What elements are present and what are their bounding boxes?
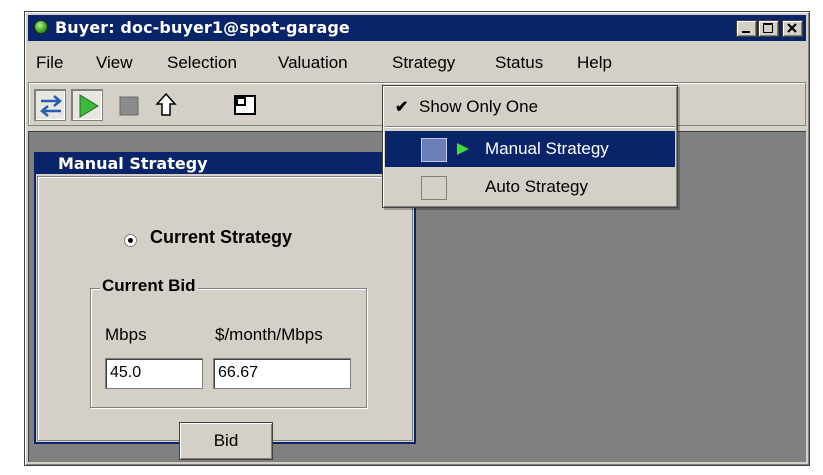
- swap-button[interactable]: [34, 89, 66, 121]
- current-strategy-label: Current Strategy: [150, 227, 293, 247]
- current-bid-group: [90, 288, 367, 408]
- up-button[interactable]: [150, 89, 182, 121]
- window-icon: [234, 95, 256, 115]
- strategy-swatch: [421, 176, 447, 200]
- stop-icon: [119, 96, 139, 116]
- price-field[interactable]: 66.67: [213, 358, 351, 389]
- minimize-icon: [742, 31, 750, 33]
- maximize-icon: [763, 23, 773, 33]
- strategy-menu-dropdown: ✔ Show Only One Manual Strategy Auto Str…: [382, 85, 678, 208]
- stop-button[interactable]: [113, 89, 145, 121]
- mbps-field[interactable]: 45.0: [105, 358, 203, 389]
- title-bar[interactable]: Buyer: doc-buyer1@spot-garage: [28, 15, 806, 41]
- close-button[interactable]: [782, 20, 803, 37]
- checkmark-icon: ✔: [395, 99, 409, 116]
- frame-content: Current Strategy Current Bid Mbps $/mont…: [37, 176, 413, 460]
- up-arrow-icon: [155, 92, 177, 116]
- menu-help[interactable]: Help: [577, 53, 612, 73]
- show-only-one-label: Show Only One: [419, 97, 539, 116]
- current-strategy-radio[interactable]: [124, 234, 137, 247]
- app-icon: [34, 20, 48, 34]
- play-icon: [79, 94, 99, 118]
- frame-title: Manual Strategy: [58, 154, 208, 173]
- menu-item-auto-strategy[interactable]: Auto Strategy: [385, 169, 675, 205]
- auto-strategy-label: Auto Strategy: [485, 177, 589, 196]
- strategy-swatch: [421, 138, 447, 162]
- menu-item-show-only-one[interactable]: ✔ Show Only One: [385, 89, 675, 125]
- manual-strategy-frame: Manual Strategy Current Strategy Current…: [34, 152, 416, 460]
- menu-status[interactable]: Status: [495, 53, 543, 73]
- menu-selection[interactable]: Selection: [167, 53, 237, 73]
- menu-file[interactable]: File: [36, 53, 63, 73]
- window-button[interactable]: [229, 89, 261, 121]
- close-icon: [787, 23, 797, 33]
- menu-separator: [385, 126, 675, 128]
- play-button[interactable]: [71, 89, 103, 121]
- menu-item-manual-strategy[interactable]: Manual Strategy: [385, 131, 675, 167]
- maximize-button[interactable]: [758, 20, 779, 37]
- frame-title-bar[interactable]: Manual Strategy: [36, 154, 414, 174]
- menu-strategy[interactable]: Strategy: [392, 53, 455, 73]
- window-title: Buyer: doc-buyer1@spot-garage: [55, 18, 350, 37]
- bid-button[interactable]: Bid: [179, 422, 273, 460]
- mbps-label: Mbps: [105, 325, 147, 344]
- minimize-button[interactable]: [736, 20, 757, 37]
- price-label: $/month/Mbps: [215, 325, 323, 344]
- manual-strategy-label: Manual Strategy: [485, 139, 609, 158]
- current-bid-title: Current Bid: [100, 276, 198, 296]
- app-window: Buyer: doc-buyer1@spot-garage File View …: [24, 11, 810, 466]
- menu-bar: File View Selection Valuation Strategy S…: [28, 48, 806, 76]
- swap-arrows-icon: [40, 95, 62, 117]
- menu-view[interactable]: View: [96, 53, 133, 73]
- play-icon: [457, 143, 469, 155]
- menu-valuation[interactable]: Valuation: [278, 53, 348, 73]
